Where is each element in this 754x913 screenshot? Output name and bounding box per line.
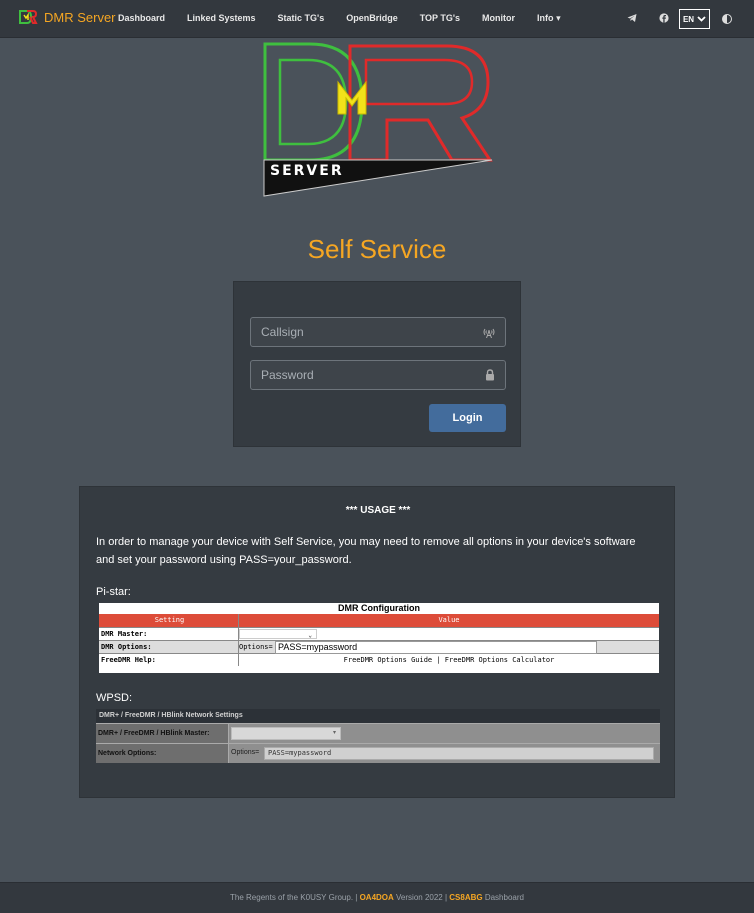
language-select[interactable]: EN (679, 9, 710, 29)
wpsd-row-options: Network Options: Options= PASS=mypasswor… (96, 743, 660, 763)
navbar: DMR Server Dashboard Linked Systems Stat… (0, 0, 754, 38)
pistar-help-label: FreeDMR Help: (99, 654, 239, 666)
brand[interactable]: DMR Server (18, 9, 116, 25)
usage-title: *** USAGE *** (345, 505, 411, 516)
brand-name: DMR Server (44, 9, 116, 25)
nav-static-tgs[interactable]: Static TG's (278, 13, 325, 24)
contrast-icon[interactable] (722, 14, 732, 24)
wpsd-master-label: DMR+ / FreeDMR / HBlink Master: (96, 724, 229, 743)
dmr-server-logo: SERVER (263, 42, 493, 197)
lock-icon (485, 369, 495, 384)
wpsd-options-prefix: Options= (231, 749, 260, 756)
pistar-row-master: DMR Master: ⌄ (99, 627, 659, 640)
wpsd-options-input: PASS=mypassword (264, 747, 654, 760)
footer-suffix: Dashboard (482, 893, 524, 902)
callsign-field (250, 317, 506, 347)
wpsd-options-label: Network Options: (96, 744, 229, 763)
brand-logo-icon (19, 10, 38, 24)
footer-author2-link[interactable]: CS8ABG (449, 893, 482, 902)
nav-info-dropdown[interactable]: Info ▾ (537, 13, 561, 24)
footer-middle: Version 2022 | (393, 893, 450, 902)
wpsd-master-cell: ▾ (229, 724, 660, 743)
nav-links: Dashboard Linked Systems Static TG's Ope… (118, 13, 583, 24)
login-card: Login (233, 281, 521, 447)
pistar-master-label: DMR Master: (99, 628, 239, 640)
nav-info-label: Info (537, 13, 554, 23)
logo-caption: SERVER (270, 163, 344, 179)
usage-card: *** USAGE *** In order to manage your de… (79, 486, 675, 798)
telegram-icon[interactable] (627, 13, 637, 26)
chevron-down-icon: ▾ (332, 730, 336, 736)
wpsd-master-select: ▾ (231, 727, 341, 740)
antenna-icon (483, 326, 495, 341)
password-field (250, 360, 506, 390)
nav-openbridge[interactable]: OpenBridge (346, 13, 398, 24)
callsign-input[interactable] (261, 325, 471, 339)
usage-text: In order to manage your device with Self… (96, 536, 636, 566)
wpsd-options-cell: Options= PASS=mypassword (229, 744, 660, 763)
wpsd-title: DMR+ / FreeDMR / HBlink Network Settings (96, 709, 660, 723)
pistar-label: Pi-star: (96, 586, 131, 598)
pistar-master-cell: ⌄ (239, 628, 659, 640)
nav-right: EN (627, 9, 732, 29)
facebook-icon[interactable] (659, 12, 669, 26)
nav-linked-systems[interactable]: Linked Systems (187, 13, 256, 24)
password-input[interactable] (261, 368, 471, 382)
pistar-options-cell: Options= PASS=mypassword (239, 641, 659, 654)
language-value: EN (682, 14, 695, 24)
pistar-header-value: Value (438, 616, 460, 624)
page-title: Self Service (307, 234, 447, 264)
pistar-row-options: DMR Options: Options= PASS=mypassword (99, 640, 659, 654)
pistar-row-help: FreeDMR Help: FreeDMR Options Guide | Fr… (99, 653, 659, 666)
pistar-title: DMR Configuration (338, 603, 420, 613)
pistar-master-select: ⌄ (239, 629, 317, 639)
wpsd-row-master: DMR+ / FreeDMR / HBlink Master: ▾ (96, 723, 660, 743)
nav-dashboard[interactable]: Dashboard (118, 13, 165, 24)
pistar-options-input: PASS=mypassword (275, 641, 597, 654)
chevron-down-icon (697, 15, 706, 24)
footer: The Regents of the K0USY Group. | OA4DOA… (0, 882, 754, 913)
nav-top-tgs[interactable]: TOP TG's (420, 13, 460, 24)
chevron-down-icon: ▾ (556, 13, 561, 23)
login-button[interactable]: Login (429, 404, 506, 432)
wpsd-screenshot: DMR+ / FreeDMR / HBlink Network Settings… (96, 709, 660, 763)
pistar-options-label: DMR Options: (99, 641, 239, 653)
footer-author-link[interactable]: OA4DOA (360, 893, 394, 902)
footer-prefix: The Regents of the K0USY Group. | (230, 893, 360, 902)
pistar-header-row: Setting Value (99, 614, 659, 627)
pistar-options-prefix: Options= (239, 643, 273, 651)
pistar-header-setting: Setting (99, 614, 239, 627)
nav-monitor[interactable]: Monitor (482, 13, 515, 24)
pistar-screenshot: DMR Configuration Setting Value DMR Mast… (99, 603, 659, 673)
wpsd-label: WPSD: (96, 692, 133, 704)
pistar-help-links: FreeDMR Options Guide | FreeDMR Options … (343, 656, 555, 664)
